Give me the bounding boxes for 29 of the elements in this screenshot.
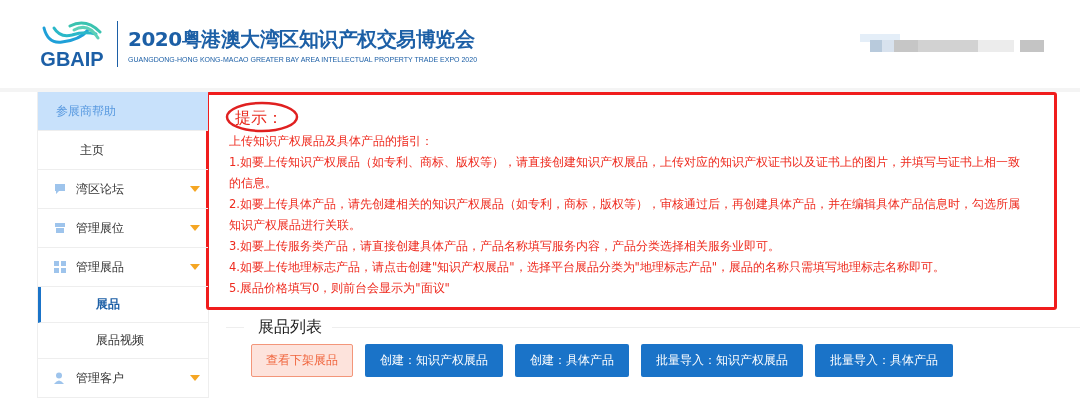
sidebar-item[interactable]: 主页 [38, 131, 208, 170]
action-button[interactable]: 创建：知识产权展品 [365, 344, 503, 377]
sidebar-item[interactable]: 湾区论坛 [38, 170, 208, 209]
caret-icon [190, 264, 200, 270]
notice-text: 3.如要上传服务类产品，请直接创建具体产品，产品名称填写服务内容，产品分类选择相关服务业即可。 [229, 238, 781, 255]
sidebar-item[interactable]: 展品视频 [38, 323, 208, 359]
sidebar-item[interactable]: 管理客户 [38, 359, 208, 398]
store-icon [54, 222, 66, 234]
notice-text: 1.如要上传知识产权展品（如专利、商标、版权等），请直接创建知识产权展品，上传对应的知识产权证书以及证书上的图片，并填写与证书上相一致的信息。 [229, 154, 1021, 192]
notice-text: 2.如要上传具体产品，请先创建相关的知识产权展品（如专利，商标，版权等），审核通过后，再创建具体产品，并在编辑具体产品信息时，勾选所属知识产权展品进行关联。 [229, 196, 1021, 234]
action-button[interactable]: 创建：具体产品 [515, 344, 629, 377]
sidebar-item[interactable]: 展品 [38, 287, 208, 323]
logo-text: GBAIP [40, 48, 104, 70]
site-title: 2020粤港澳大湾区知识产权交易博览会 [128, 25, 476, 53]
notice-text: 上传知识产权展品及具体产品的指引： [229, 133, 434, 150]
user-icon [54, 372, 66, 384]
action-button[interactable]: 批量导入：具体产品 [815, 344, 953, 377]
caret-icon [190, 375, 200, 381]
grid-icon [54, 261, 66, 273]
notice-title: 提示： [235, 107, 283, 129]
notice-text: 4.如要上传地理标志产品，请点击创建"知识产权展品"，选择平台展品分类为"地理标志产品"，展品的名称只需填写地理标志名称即可。 [229, 259, 947, 276]
caret-icon [190, 225, 200, 231]
sidebar-item[interactable]: 管理展位 [38, 209, 208, 248]
notice-text: 5.展品价格填写0，则前台会显示为"面议" [229, 280, 451, 297]
chat-icon [54, 183, 66, 195]
sidebar-item[interactable]: 管理展品 [38, 248, 208, 287]
action-button[interactable]: 批量导入：知识产权展品 [641, 344, 803, 377]
section-title: 展品列表 [258, 316, 322, 338]
caret-icon [190, 186, 200, 192]
